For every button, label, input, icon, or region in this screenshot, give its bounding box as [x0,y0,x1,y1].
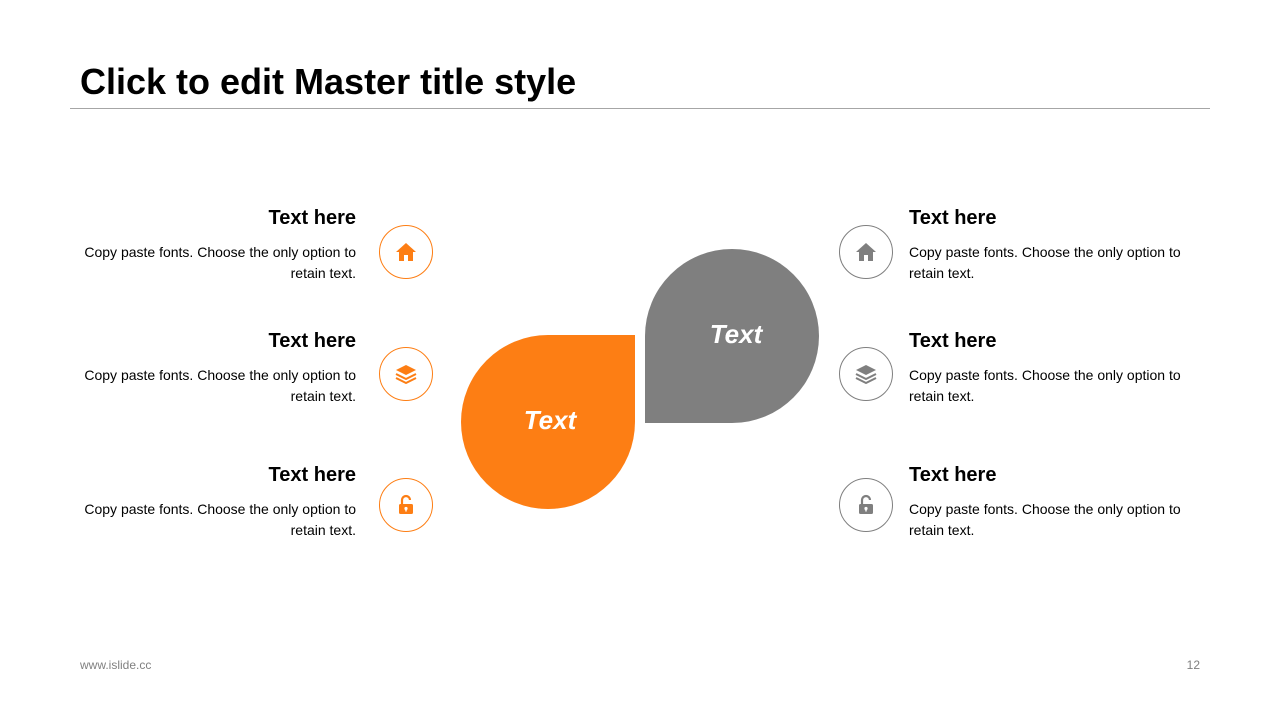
item-title[interactable]: Text here [66,329,356,353]
item-body[interactable]: Copy paste fonts. Choose the only option… [66,499,356,541]
right-icon-circle-1 [839,225,893,279]
item-title[interactable]: Text here [66,206,356,230]
home-icon [856,243,876,261]
left-item-2: Text here Copy paste fonts. Choose the o… [66,329,356,407]
item-body[interactable]: Copy paste fonts. Choose the only option… [66,365,356,407]
item-title[interactable]: Text here [909,329,1199,353]
item-title[interactable]: Text here [909,463,1199,487]
unlock-icon [859,494,873,514]
footer-url: www.islide.cc [80,658,152,672]
unlock-icon [399,494,413,514]
right-item-2: Text here Copy paste fonts. Choose the o… [909,329,1199,407]
item-title[interactable]: Text here [909,206,1199,230]
right-item-1: Text here Copy paste fonts. Choose the o… [909,206,1199,284]
left-icon-circle-3 [379,478,433,532]
left-icon-circle-1 [379,225,433,279]
right-icon-circle-2 [839,347,893,401]
left-item-3: Text here Copy paste fonts. Choose the o… [66,463,356,541]
page-number: 12 [1186,658,1200,672]
item-body[interactable]: Copy paste fonts. Choose the only option… [909,499,1199,541]
item-body[interactable]: Copy paste fonts. Choose the only option… [66,242,356,284]
layers-icon [855,365,877,384]
right-item-3: Text here Copy paste fonts. Choose the o… [909,463,1199,541]
right-icon-circle-3 [839,478,893,532]
gray-droplet-label[interactable]: Text [676,319,796,349]
item-body[interactable]: Copy paste fonts. Choose the only option… [909,365,1199,407]
item-body[interactable]: Copy paste fonts. Choose the only option… [909,242,1199,284]
layers-icon [395,365,417,384]
item-title[interactable]: Text here [66,463,356,487]
left-item-1: Text here Copy paste fonts. Choose the o… [66,206,356,284]
home-icon [396,243,416,261]
left-icon-circle-2 [379,347,433,401]
orange-droplet-label[interactable]: Text [490,405,610,435]
